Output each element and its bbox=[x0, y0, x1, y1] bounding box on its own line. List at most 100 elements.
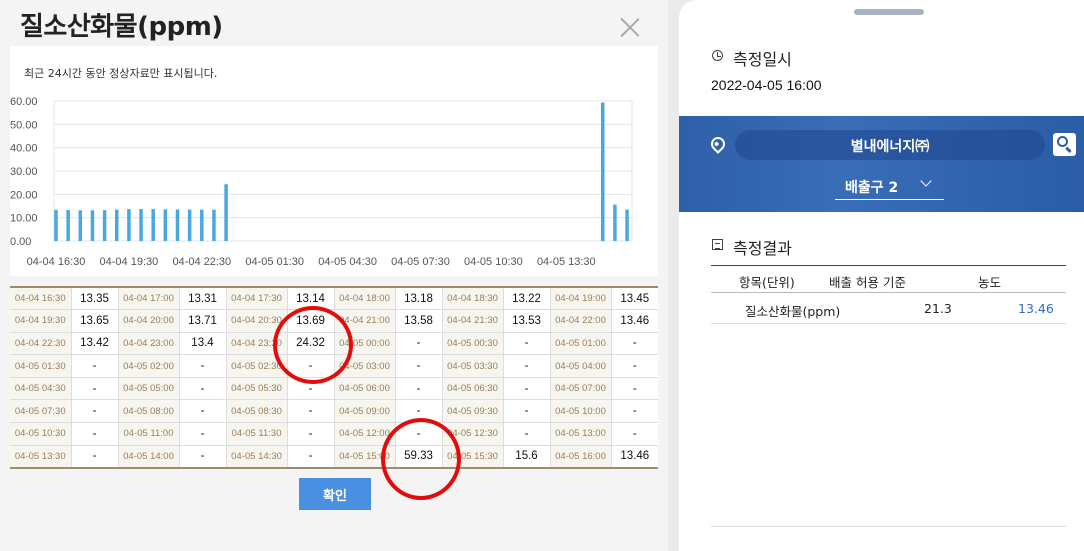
table-value-cell: 59.33 bbox=[395, 445, 443, 469]
chart-bar bbox=[601, 102, 605, 242]
table-time-cell: 04-05 01:00 bbox=[550, 332, 612, 356]
table-time-cell: 04-05 07:00 bbox=[550, 377, 612, 401]
outlet-select[interactable]: 배출구 2 bbox=[835, 173, 944, 200]
table-value-cell: - bbox=[503, 332, 551, 356]
table-time-cell: 04-05 10:00 bbox=[550, 399, 612, 424]
table-row: 04-05 07:30-04-05 08:00-04-05 08:30-04-0… bbox=[10, 399, 658, 424]
table-time-cell: 04-04 22:30 bbox=[10, 332, 72, 356]
table-time-cell: 04-05 03:00 bbox=[334, 354, 396, 378]
table-time-cell: 04-04 17:00 bbox=[118, 287, 180, 311]
table-value-cell: - bbox=[179, 422, 227, 446]
site-name: 별내에너지㈜ bbox=[850, 139, 930, 155]
chart-bar bbox=[78, 210, 83, 241]
table-value-cell: 13.71 bbox=[179, 309, 227, 333]
table-time-cell: 04-05 11:30 bbox=[226, 422, 288, 446]
chart-bar bbox=[163, 209, 168, 241]
table-value-cell: - bbox=[179, 354, 227, 378]
table-value-cell: 13.69 bbox=[287, 309, 335, 333]
table-time-cell: 04-04 19:00 bbox=[550, 287, 612, 311]
table-time-cell: 04-05 10:30 bbox=[10, 422, 72, 446]
chart-bar bbox=[151, 209, 155, 241]
table-value-cell: - bbox=[287, 354, 335, 378]
table-time-cell: 04-05 00:00 bbox=[334, 332, 396, 356]
table-value-cell: 13.31 bbox=[179, 287, 227, 311]
table-value-cell: - bbox=[287, 399, 335, 424]
table-value-cell: - bbox=[503, 399, 551, 424]
table-time-cell: 04-04 20:00 bbox=[118, 309, 180, 333]
table-value-cell: - bbox=[395, 332, 443, 356]
x-tick-label: 04-04 19:30 bbox=[100, 256, 159, 268]
confirm-button[interactable]: 확인 bbox=[299, 478, 371, 510]
table-value-cell: 13.65 bbox=[71, 309, 119, 333]
table-time-cell: 04-05 07:30 bbox=[10, 399, 72, 424]
table-value-cell: 13.53 bbox=[503, 309, 551, 333]
table-row: 04-05 04:30-04-05 05:00-04-05 05:30-04-0… bbox=[10, 377, 658, 401]
close-icon[interactable] bbox=[618, 16, 642, 40]
table-value-cell: - bbox=[71, 399, 119, 424]
table-value-cell: - bbox=[71, 354, 119, 378]
table-value-cell: - bbox=[287, 422, 335, 446]
table-value-cell: - bbox=[611, 377, 658, 401]
chart-bar bbox=[139, 209, 143, 241]
table-value-cell: - bbox=[395, 354, 443, 378]
result-table: 항목(단위) 배출 허용 기준 농도 질소산화물(ppm) 21.3 13.46 bbox=[711, 265, 1066, 324]
bar-chart: 0.00 10.00 20.00 30.00 40.00 50.00 60.00 04-04 … bbox=[10, 96, 633, 268]
chart-bar bbox=[90, 210, 95, 241]
table-value-cell: - bbox=[611, 422, 658, 446]
table-value-cell: - bbox=[179, 377, 227, 401]
y-tick-label: 50.00 bbox=[10, 119, 38, 131]
table-value-cell: 13.58 bbox=[395, 309, 443, 333]
table-time-cell: 04-05 01:30 bbox=[10, 354, 72, 378]
table-time-cell: 04-04 22:00 bbox=[550, 309, 612, 333]
table-value-cell: - bbox=[71, 445, 119, 469]
time-value: 2022-04-05 16:00 bbox=[711, 77, 822, 93]
chart-bar bbox=[115, 209, 119, 241]
table-time-cell: 04-05 05:00 bbox=[118, 377, 180, 401]
search-button[interactable] bbox=[1053, 133, 1076, 156]
chart-area: 최근 24시간 동안 정상자료만 표시됩니다. 0.00 10.00 20.00 30… bbox=[10, 46, 658, 276]
x-tick-label: 04-05 04:30 bbox=[318, 256, 377, 268]
table-row: 04-04 16:30 13.35 04-04 17:00 13.31 04-04 17… bbox=[10, 287, 658, 311]
table-time-cell: 04-05 04:30 bbox=[10, 377, 72, 401]
measurement-modal: 질소산화물(ppm) 최근 24시간 동안 정상자료만 표시됩니다. 0.00 1… bbox=[0, 0, 668, 551]
table-value-cell: 13.18 bbox=[395, 287, 443, 311]
table-time-cell: 04-05 05:30 bbox=[226, 377, 288, 401]
table-value-cell: - bbox=[503, 377, 551, 401]
table-time-cell: 04-05 13:30 bbox=[10, 445, 72, 469]
table-value-cell: - bbox=[503, 422, 551, 446]
table-time-cell: 04-05 00:30 bbox=[442, 332, 504, 356]
table-value-cell: - bbox=[287, 377, 335, 401]
chart-bar bbox=[613, 204, 617, 241]
search-icon bbox=[1057, 136, 1068, 147]
table-value-cell: 13.22 bbox=[503, 287, 551, 311]
site-name-field[interactable]: 별내에너지㈜ bbox=[735, 130, 1045, 160]
chart-bar bbox=[212, 209, 216, 241]
y-tick-label: 0.00 bbox=[10, 236, 31, 248]
x-tick-label: 04-05 10:30 bbox=[464, 256, 523, 268]
result-item: 질소산화물(ppm) bbox=[745, 304, 841, 319]
table-time-cell: 04-05 11:00 bbox=[118, 422, 180, 446]
table-value-cell: - bbox=[395, 399, 443, 424]
table-time-cell: 04-04 21:00 bbox=[334, 309, 396, 333]
drag-handle[interactable] bbox=[854, 9, 924, 15]
modal-title: 질소산화물(ppm) bbox=[20, 12, 223, 42]
result-label: 측정결과 bbox=[733, 239, 792, 258]
chevron-down-icon bbox=[920, 175, 932, 187]
table-value-cell: - bbox=[503, 354, 551, 378]
table-value-cell: - bbox=[395, 422, 443, 446]
chart-bar bbox=[187, 209, 192, 241]
table-time-cell: 04-05 02:00 bbox=[118, 354, 180, 378]
table-time-cell: 04-05 16:00 bbox=[550, 445, 612, 469]
document-icon bbox=[712, 239, 723, 250]
table-row: 04-05 10:30-04-05 11:00-04-05 11:30-04-0… bbox=[10, 422, 658, 446]
table-row: 04-05 13:30-04-05 14:00-04-05 14:30-04-0… bbox=[10, 445, 658, 469]
chart-bar bbox=[127, 209, 131, 241]
x-tick-label: 04-04 22:30 bbox=[172, 256, 231, 268]
table-value-cell: - bbox=[179, 445, 227, 469]
table-time-cell: 04-05 09:30 bbox=[442, 399, 504, 424]
table-time-cell: 04-05 12:30 bbox=[442, 422, 504, 446]
result-limit: 21.3 bbox=[924, 301, 952, 316]
table-value-cell: 13.45 bbox=[611, 287, 658, 311]
table-time-cell: 04-05 09:00 bbox=[334, 399, 396, 424]
x-tick-label: 04-05 07:30 bbox=[391, 256, 450, 268]
